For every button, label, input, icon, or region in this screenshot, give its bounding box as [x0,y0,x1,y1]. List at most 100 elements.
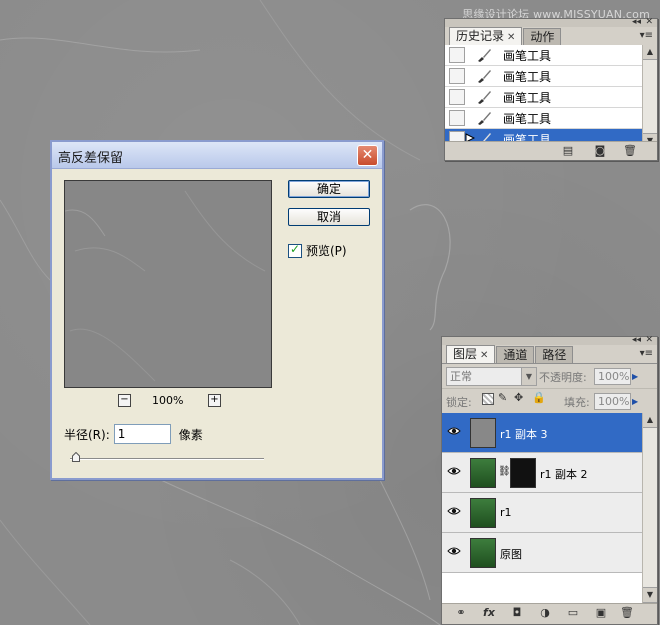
opacity-value: 100% [598,370,630,383]
new-document-from-state-icon[interactable]: ▤ [561,145,575,157]
layer-list: r1 副本 3 ⛓ r1 副本 2 r1 原图 ▲ ▼ [442,413,657,603]
layer-thumbnail [470,458,496,488]
layer-name: r1 [500,506,512,519]
layer-thumbnail [470,498,496,528]
panel-menu-icon[interactable]: ▾≡ [640,348,653,359]
layer-row-r1-copy3[interactable]: r1 副本 3 [442,413,657,453]
layer-row-r1-copy2[interactable]: ⛓ r1 副本 2 [442,453,657,493]
close-icon[interactable]: ✕ [645,335,653,345]
snapshot-source-box[interactable] [449,110,465,126]
tab-channels[interactable]: 通道 [496,346,535,363]
radius-input[interactable]: 1 [113,424,171,444]
fill-field[interactable]: 100% ▶ [594,393,638,410]
layers-panel: ◂◂ ✕ 图层 ✕ 通道 路径 ▾≡ 正常 ▼ 不透明度: 100% ▶ 锁定: ✎ … [441,335,658,625]
radius-row: 半径(R): 1 像素 [64,424,203,444]
trash-icon[interactable]: 🗑 [623,145,637,157]
lock-move-icon[interactable]: ✥ [514,391,523,404]
layers-scrollbar[interactable]: ▲ ▼ [642,413,657,603]
play-arrow-icon[interactable]: ▶ [632,369,644,384]
layers-tabs: 图层 ✕ 通道 路径 ▾≡ [442,345,657,364]
close-tab-icon[interactable]: ✕ [480,350,488,361]
history-list: 画笔工具 画笔工具 画笔工具 画笔工具 画笔工具 ▲ ▼ [445,45,657,150]
layer-thumbnail [470,418,496,448]
trash-icon[interactable]: 🗑 [620,607,634,619]
add-mask-icon[interactable]: ◘ [510,607,524,619]
radius-slider-thumb[interactable] [72,452,80,462]
chain-link-icon[interactable]: ⛓ [498,466,511,477]
ok-button[interactable]: 确定 [288,180,370,198]
lock-transparency-icon[interactable] [482,393,494,405]
dialog-titlebar[interactable]: 高反差保留 ✕ [52,142,382,169]
panel-menu-icon[interactable]: ▾≡ [640,30,653,41]
history-scrollbar[interactable]: ▲ ▼ [642,45,657,149]
eye-icon[interactable] [447,505,461,517]
tab-layers-label: 图层 [453,347,478,361]
cancel-button[interactable]: 取消 [288,208,370,226]
adjustment-layer-icon[interactable]: ◑ [538,607,552,619]
snapshot-source-box[interactable] [449,47,465,63]
filter-preview[interactable] [64,180,272,388]
panel-grip[interactable]: ◂◂ ✕ [442,335,657,345]
close-tab-icon[interactable]: ✕ [507,32,515,43]
brush-icon [478,112,491,125]
layer-row-original[interactable]: 原图 [442,533,657,573]
dialog-title: 高反差保留 [58,151,124,166]
zoom-out-button[interactable]: − [118,394,131,407]
radius-label: 半径(R): [64,427,110,442]
tab-history[interactable]: 历史记录 ✕ [449,27,523,45]
snapshot-source-box[interactable] [449,89,465,105]
zoom-bar: − 100% + [64,394,272,410]
eye-icon[interactable] [447,425,461,437]
tab-paths[interactable]: 路径 [535,346,574,363]
layer-mask-thumbnail[interactable] [510,458,536,488]
dialog-close-button[interactable]: ✕ [357,145,378,166]
link-layers-icon[interactable]: ⚭ [454,607,468,619]
new-group-icon[interactable]: ▭ [566,607,580,619]
layer-name: r1 副本 3 [500,428,548,441]
play-arrow-icon[interactable]: ▶ [632,394,644,409]
eye-icon[interactable] [447,545,461,557]
lock-brush-icon[interactable]: ✎ [498,391,507,404]
collapse-icon[interactable]: ◂◂ [632,17,641,27]
history-footer: ▤ ◙ 🗑 [445,141,657,160]
layer-row-r1[interactable]: r1 [442,493,657,533]
fill-value: 100% [598,395,630,408]
new-layer-icon[interactable]: ▣ [594,607,608,619]
history-item-label: 画笔工具 [503,70,552,84]
history-item[interactable]: 画笔工具 [445,108,657,129]
preview-checkbox[interactable]: ✓ [288,241,302,258]
tab-actions[interactable]: 动作 [523,28,562,45]
preview-texture [64,190,266,382]
history-item[interactable]: 画笔工具 [445,45,657,66]
blend-mode-select[interactable]: 正常 ▼ [446,367,537,386]
snapshot-source-box[interactable] [449,68,465,84]
opacity-label: 不透明度: [539,371,587,384]
scroll-up-icon[interactable]: ▲ [643,45,657,60]
tab-history-label: 历史记录 [456,29,505,43]
history-item[interactable]: 画笔工具 [445,66,657,87]
radius-slider-track[interactable] [70,458,264,460]
layer-style-fx-icon[interactable]: fx [482,607,496,619]
chevron-down-icon: ▼ [521,368,536,385]
scroll-down-icon[interactable]: ▼ [643,587,657,603]
zoom-level: 100% [152,394,184,407]
unit-label: 像素 [178,427,203,442]
collapse-icon[interactable]: ◂◂ [632,335,641,345]
tab-actions-label: 动作 [530,30,555,44]
opacity-field[interactable]: 100% ▶ [594,368,638,385]
history-item[interactable]: 画笔工具 [445,87,657,108]
lock-row: 锁定: ✎ ✥ 🔒 填充: 100% ▶ [442,388,657,413]
preview-toggle[interactable]: ✓ 预览(P) [288,242,347,259]
new-snapshot-icon[interactable]: ◙ [593,145,607,157]
history-item-label: 画笔工具 [503,112,552,126]
eye-icon[interactable] [447,465,461,477]
blend-mode-value: 正常 [450,370,472,383]
tab-layers[interactable]: 图层 ✕ [446,345,496,363]
scroll-up-icon[interactable]: ▲ [643,413,657,428]
zoom-in-button[interactable]: + [208,394,221,407]
lock-all-icon[interactable]: 🔒 [532,391,546,404]
checkmark-icon: ✓ [290,241,301,256]
close-icon[interactable]: ✕ [645,17,653,27]
panel-grip[interactable]: ◂◂ ✕ [445,17,657,27]
history-item-label: 画笔工具 [503,49,552,63]
